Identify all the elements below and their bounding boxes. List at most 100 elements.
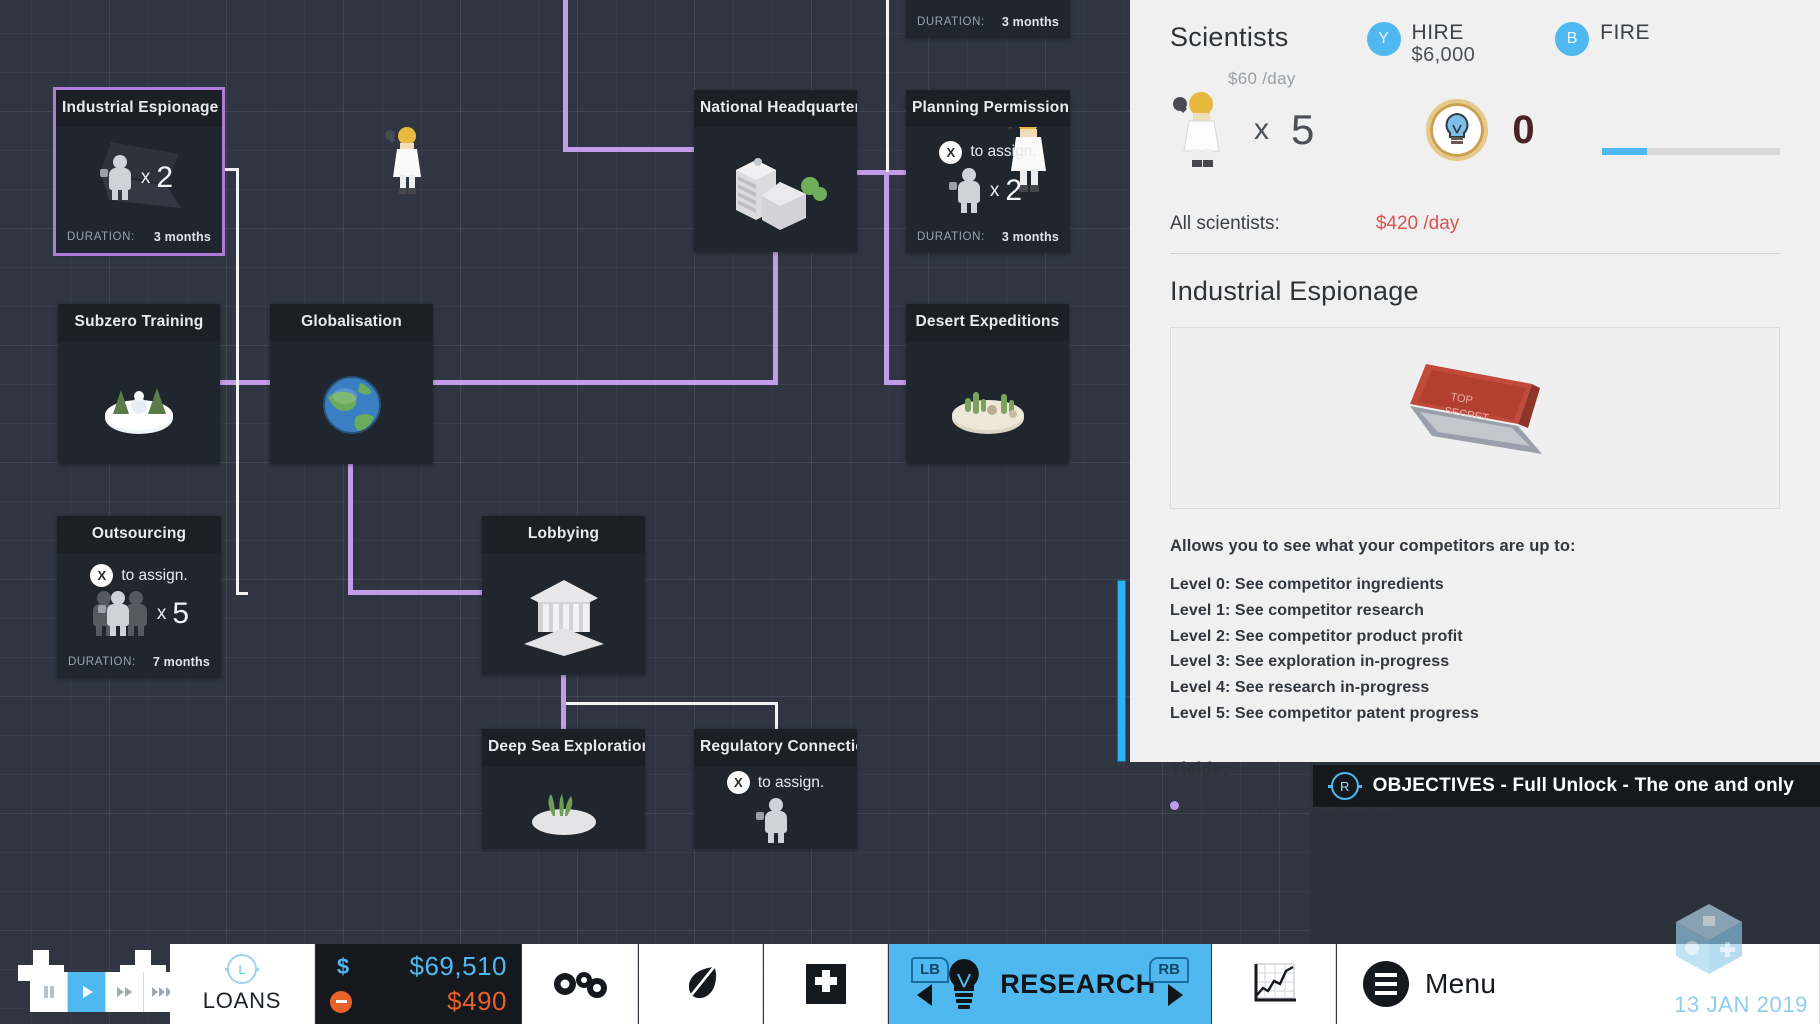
tech-node-desert-expeditions[interactable]: Desert Expeditions	[906, 304, 1069, 464]
health-cross-icon	[804, 962, 848, 1006]
r-button-icon: R	[1331, 772, 1359, 800]
sea-island-icon	[523, 780, 605, 836]
node-body: X to assign. x 5	[57, 553, 221, 650]
duration-label: DURATION:	[68, 656, 136, 668]
required-count: 2	[1005, 176, 1022, 206]
leaf-icon	[681, 962, 721, 1006]
speed-button-group	[30, 972, 182, 1012]
tab-research[interactable]: LB RB RESEARCH	[889, 944, 1211, 1024]
duration-label: DURATION:	[917, 16, 985, 28]
tech-node-outsourcing[interactable]: Outsourcing X to assign. x 5 DURAT	[57, 516, 221, 678]
link-line	[566, 702, 778, 705]
tech-tree-canvas[interactable]: DURATION: 3 months Industrial Espionage	[0, 0, 1310, 1024]
tab-production[interactable]	[522, 944, 638, 1024]
x-button-icon[interactable]: X	[90, 564, 113, 587]
expense-row: $490	[330, 986, 507, 1017]
scientist-icon	[105, 155, 135, 201]
scientist-sprite	[382, 125, 428, 202]
tech-node-lobbying[interactable]: Lobbying	[482, 516, 645, 675]
link-line	[348, 590, 483, 595]
required-count: 2	[156, 163, 173, 193]
node-title: Planning Permission	[906, 90, 1070, 127]
tech-node-deep-sea-exploration[interactable]: Deep Sea Exploration	[482, 729, 645, 849]
link-line	[219, 380, 272, 385]
tab-health[interactable]	[764, 944, 888, 1024]
tab-ingredients[interactable]	[639, 944, 763, 1024]
multiply-symbol: x	[1254, 113, 1269, 147]
tech-node-top-partial[interactable]: DURATION: 3 months	[906, 0, 1070, 38]
scientist-count: 5	[1291, 106, 1314, 154]
research-points-group: 0	[1426, 99, 1534, 161]
menu-label: Menu	[1425, 968, 1496, 1000]
node-title: Lobbying	[482, 516, 645, 553]
next-tab-arrow[interactable]	[1168, 984, 1183, 1006]
desert-island-icon	[945, 366, 1031, 440]
b-button-icon: B	[1555, 22, 1589, 56]
x-button-icon[interactable]: X	[939, 141, 962, 164]
duration-value: 7 months	[153, 655, 210, 669]
link-line	[348, 463, 353, 595]
tech-node-subzero-training[interactable]: Subzero Training	[58, 304, 220, 464]
assign-prompt[interactable]: X to assign.	[939, 141, 1036, 164]
fast-forward-button[interactable]	[106, 972, 144, 1012]
top-secret-laptop-icon: TOP SECRET	[1382, 358, 1568, 478]
loans-button[interactable]: L LOANS	[170, 944, 315, 1024]
link-line	[219, 168, 239, 171]
node-body	[58, 341, 220, 464]
node-body	[482, 553, 645, 675]
duration-value: 3 months	[1002, 230, 1059, 244]
assign-prompt[interactable]: X to assign.	[90, 564, 187, 587]
tech-node-regulatory-connections[interactable]: Regulatory Connections X to assign.	[694, 729, 857, 849]
tab-reports[interactable]	[1212, 944, 1336, 1024]
pause-button[interactable]	[30, 972, 68, 1012]
node-duration: DURATION: 3 months	[906, 225, 1070, 253]
link-line	[773, 250, 778, 383]
assign-label: to assign.	[758, 774, 824, 792]
link-line	[855, 170, 910, 175]
rb-bumper-icon: RB	[1149, 957, 1189, 983]
play-button[interactable]	[68, 972, 106, 1012]
office-buildings-icon	[722, 148, 830, 232]
multiply-symbol: x	[157, 603, 167, 625]
scientist-count-row: x 5 0	[1170, 91, 1780, 169]
all-scientists-row: All scientists: $420 /day	[1170, 213, 1780, 235]
node-body: X to assign. x 2	[906, 127, 1070, 225]
hire-button[interactable]: Y HIRE $6,000	[1367, 22, 1476, 67]
scientist-requirement	[761, 798, 791, 844]
level-item: Level 0: See competitor ingredients	[1170, 572, 1780, 598]
fire-button[interactable]: B FIRE	[1555, 22, 1650, 56]
node-body: x 2	[56, 127, 222, 225]
tech-node-industrial-espionage[interactable]: Industrial Espionage x	[56, 90, 222, 253]
assign-prompt[interactable]: X to assign.	[727, 771, 824, 794]
scientists-header: Scientists Y HIRE $6,000 B FIRE	[1170, 22, 1780, 67]
node-duration: DURATION: 3 months	[906, 10, 1070, 38]
tech-node-globalisation[interactable]: Globalisation	[270, 304, 433, 464]
all-scientists-value: $420 /day	[1376, 213, 1459, 235]
prev-tab-arrow[interactable]	[917, 984, 932, 1006]
hire-cost: $6,000	[1412, 44, 1476, 66]
node-body	[906, 341, 1069, 464]
scientist-requirement: x 2	[105, 155, 173, 201]
research-label: RESEARCH	[1000, 969, 1156, 1000]
node-title: Subzero Training	[58, 304, 220, 341]
lb-bumper-icon: LB	[911, 957, 949, 983]
lightbulb-icon	[1426, 99, 1488, 161]
tech-node-planning-permission[interactable]: Planning Permission	[906, 90, 1070, 253]
company-cube-icon	[1670, 900, 1748, 978]
level-item: Level 4: See research in-progress	[1170, 675, 1780, 701]
globe-icon	[316, 367, 388, 439]
tech-node-national-headquarters[interactable]: National Headquarters	[694, 90, 857, 252]
scientists-info-panel: Scientists Y HIRE $6,000 B FIRE $60 /day	[1130, 0, 1820, 762]
objectives-bar[interactable]: R OBJECTIVES - Full Unlock - The one and…	[1313, 765, 1820, 807]
speed-controls	[18, 944, 168, 1024]
panel-scrollbar[interactable]	[1117, 580, 1126, 762]
link-line	[884, 380, 908, 385]
expense-value: $490	[447, 986, 507, 1017]
duration-label: DURATION:	[67, 231, 135, 243]
date-badge: 13 JAN 2019	[1674, 992, 1808, 1018]
divider	[1170, 253, 1780, 254]
hamburger-icon	[1363, 961, 1409, 1007]
objectives-text: OBJECTIVES - Full Unlock - The one and o…	[1373, 775, 1794, 797]
level-item: Level 2: See competitor product profit	[1170, 624, 1780, 650]
x-button-icon[interactable]: X	[727, 771, 750, 794]
